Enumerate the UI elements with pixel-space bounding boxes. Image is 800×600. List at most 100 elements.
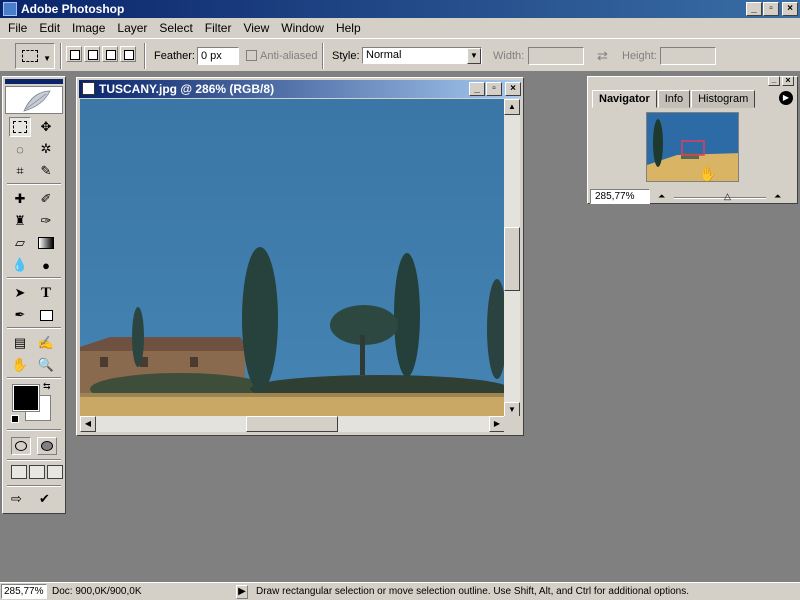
subtract-from-selection-button[interactable] [102,46,118,62]
full-screen-mode-button[interactable] [47,465,63,479]
dodge-icon: ● [42,257,50,273]
width-input[interactable] [528,47,584,65]
menu-window[interactable]: Window [275,21,330,35]
horizontal-scrollbar[interactable]: ◀ ▶ [80,416,505,432]
photoshop-app-icon [3,2,17,16]
quick-mask-button[interactable] [37,437,57,455]
dodge-tool[interactable]: ● [35,255,57,275]
scroll-left-button[interactable]: ◀ [80,416,96,432]
anti-aliased-label: Anti-aliased [260,50,318,62]
add-to-selection-button[interactable] [84,46,100,62]
panel-title-bar[interactable]: _ × [588,76,797,87]
history-brush-tool[interactable]: ✑ [35,211,57,231]
zoom-tool[interactable]: 🔍 [35,355,57,375]
status-hint: Draw rectangular selection or move selec… [256,586,689,597]
divider [322,43,324,69]
height-input[interactable] [660,47,716,65]
close-button[interactable]: × [782,2,798,16]
anti-aliased-checkbox[interactable] [246,50,257,61]
crop-tool[interactable]: ⌗ [9,161,31,181]
vertical-scrollbar[interactable]: ▲ ▼ [504,99,520,418]
tab-histogram[interactable]: Histogram [691,90,756,108]
menu-filter[interactable]: Filter [199,21,238,35]
zoom-out-button[interactable]: ⏶ [658,191,665,202]
tab-navigator[interactable]: Navigator [592,90,657,108]
document-close-button[interactable]: × [505,82,521,96]
image-canvas[interactable] [80,99,505,418]
shape-icon [39,309,53,321]
navigator-thumbnail[interactable]: ✋ [646,112,739,182]
width-label: Width: [493,50,525,62]
menu-help[interactable]: Help [330,21,367,35]
standard-mode-button[interactable] [11,437,31,455]
tab-info[interactable]: Info [657,90,691,108]
panel-close-button[interactable]: × [782,76,794,86]
scroll-up-button[interactable]: ▲ [504,99,520,115]
move-icon: ✥ [40,119,52,134]
document-title: TUSCANY.jpg @ 286% (RGB/8) [99,82,275,96]
brush-tool[interactable]: ✐ [35,189,57,209]
zoom-slider[interactable] [674,197,766,199]
tool-preset-picker[interactable]: ▼ [15,43,55,69]
menu-layer[interactable]: Layer [111,21,153,35]
status-zoom-field[interactable]: 285,77% [1,584,47,599]
full-screen-menu-mode-button[interactable] [29,465,45,479]
document-minimize-button[interactable]: _ [469,82,485,96]
feather-input[interactable]: 0 px [197,47,239,65]
resize-grip[interactable] [504,416,520,432]
jump-to-imageready-icon[interactable]: ⇨ [11,491,35,509]
menu-file[interactable]: File [2,21,33,35]
maximize-button[interactable]: ▫ [763,2,779,16]
eyedropper-tool[interactable]: ✍ [35,333,57,353]
gradient-tool[interactable] [35,233,57,253]
edit-in-imageready-icon[interactable]: ✔ [39,491,57,509]
navigator-zoom-input[interactable]: 285,77% [590,189,650,204]
hand-cursor-icon: ✋ [699,166,716,182]
style-select[interactable]: Normal ▼ [362,47,482,64]
move-tool[interactable]: ✥ [35,117,57,137]
path-selection-tool[interactable]: ➤ [9,283,31,303]
new-selection-button[interactable] [66,46,82,62]
menu-image[interactable]: Image [66,21,111,35]
panel-menu-icon[interactable]: ▶ [779,91,793,105]
slice-icon: ✎ [40,163,52,178]
blur-tool[interactable]: 💧 [9,255,31,275]
foreground-color-swatch[interactable] [12,384,40,412]
status-menu-arrow-icon[interactable]: ▶ [236,585,248,599]
minimize-button[interactable]: _ [746,2,762,16]
swap-dimensions-icon[interactable]: ⇄ [597,48,608,64]
toolbox-title-bar[interactable] [5,79,63,84]
healing-brush-tool[interactable]: ✚ [9,189,31,209]
menu-select[interactable]: Select [153,21,198,35]
swap-colors-icon[interactable]: ⇆ [43,381,51,392]
standard-screen-mode-button[interactable] [11,465,27,479]
vertical-scroll-thumb[interactable] [504,227,520,291]
slice-tool[interactable]: ✎ [35,161,57,181]
notes-tool[interactable]: ▤ [9,333,31,353]
style-label: Style: [332,50,360,62]
lasso-tool[interactable]: ◌ [9,139,31,159]
divider [144,43,146,69]
type-tool[interactable]: T [35,283,57,303]
healing-brush-icon: ✚ [14,191,26,206]
panel-minimize-button[interactable]: _ [768,76,780,86]
divider [7,277,61,279]
hand-tool[interactable]: ✋ [9,355,31,375]
adobe-logo[interactable] [5,86,63,114]
marquee-tool[interactable] [9,117,31,137]
zoom-slider-knob[interactable]: △ [724,191,731,202]
document-maximize-button[interactable]: ▫ [486,82,502,96]
menu-edit[interactable]: Edit [33,21,66,35]
magic-wand-tool[interactable]: ✲ [35,139,57,159]
default-colors-icon[interactable] [11,415,19,423]
pen-tool[interactable]: ✒ [9,305,31,325]
scroll-right-button[interactable]: ▶ [489,416,505,432]
intersect-selection-button[interactable] [120,46,136,62]
eraser-tool[interactable]: ▱ [9,233,31,253]
shape-tool[interactable] [35,305,57,325]
menu-view[interactable]: View [237,21,275,35]
zoom-in-button[interactable]: ⏶ [774,191,781,202]
document-title-bar[interactable]: TUSCANY.jpg @ 286% (RGB/8) _ ▫ × [79,80,521,98]
clone-stamp-tool[interactable]: ♜ [9,211,31,231]
horizontal-scroll-thumb[interactable] [246,416,338,432]
